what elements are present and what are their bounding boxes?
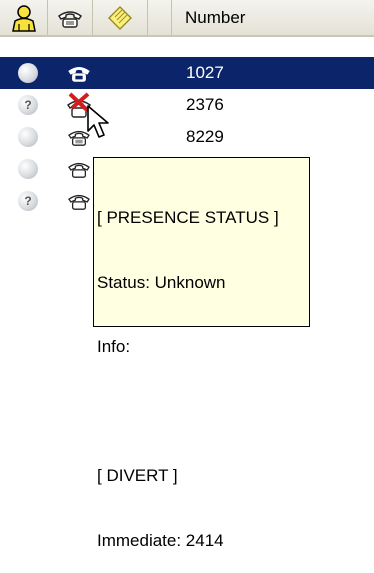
phone-icon (68, 194, 90, 210)
tooltip-line-info: Info: (97, 337, 131, 356)
note-icon (108, 5, 132, 30)
mouse-cursor-icon (87, 105, 109, 138)
list-header: Number (0, 0, 374, 37)
phone-icon (68, 162, 90, 178)
phone-icon (58, 10, 82, 28)
table-row[interactable]: 2376 (0, 89, 374, 121)
presence-unknown-icon (18, 191, 38, 211)
tooltip-line-blank (97, 401, 309, 423)
tooltip: [ PRESENCE STATUS ] Status: Unknown Info… (93, 157, 310, 550)
tooltip-line-status: Status: Unknown (97, 272, 226, 292)
presence-available-icon (18, 63, 38, 83)
presence-unknown-icon (18, 95, 38, 115)
row-number: 8229 (186, 127, 224, 146)
table-row[interactable]: 1027 (0, 57, 374, 89)
phone-icon (68, 67, 90, 82)
column-header-spacer (148, 0, 172, 35)
column-header-device[interactable] (48, 0, 93, 35)
column-header-presence[interactable] (0, 0, 48, 35)
table-row[interactable]: 8229 (0, 121, 374, 153)
tooltip-line-divert-heading: [ DIVERT ] (97, 466, 178, 485)
tooltip-line-immediate: Immediate: 2414 (97, 530, 224, 550)
tooltip-line-presence-heading: [ PRESENCE STATUS ] (97, 208, 279, 227)
presence-available-icon (18, 159, 38, 179)
person-icon (11, 4, 36, 32)
row-number: 1027 (186, 63, 224, 82)
row-number: 2376 (186, 95, 224, 114)
column-header-number-label: Number (185, 7, 246, 27)
column-header-number[interactable]: Number (172, 0, 374, 35)
presence-available-icon (18, 127, 38, 147)
column-header-note[interactable] (93, 0, 148, 35)
